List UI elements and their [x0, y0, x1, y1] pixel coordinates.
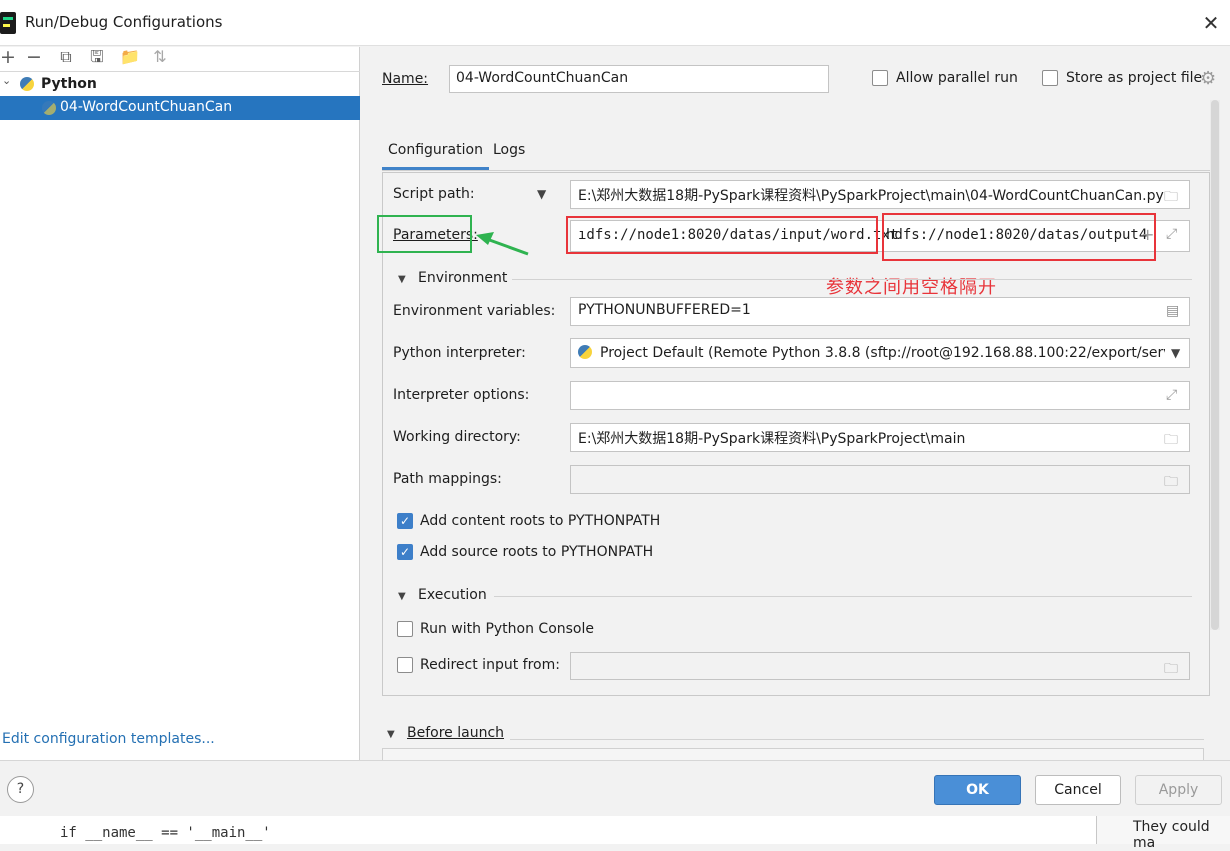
store-as-project-label[interactable]: Store as project file: [1066, 70, 1202, 86]
env-vars-label: Environment variables:: [393, 303, 556, 319]
copy-configuration-icon[interactable]: ⧉: [58, 48, 74, 66]
tooltip-text: They could ma: [1133, 819, 1210, 851]
edit-templates-link[interactable]: Edit configuration templates...: [2, 731, 215, 747]
source-roots-checkbox[interactable]: ✓: [397, 544, 413, 560]
chevron-down-icon[interactable]: ▼: [387, 729, 395, 740]
add-configuration-icon[interactable]: +: [0, 48, 16, 67]
before-launch-panel: [382, 748, 1204, 760]
execution-section-title[interactable]: Execution: [418, 587, 487, 603]
new-folder-icon[interactable]: 📁: [120, 48, 140, 66]
folder-icon[interactable]: 🗀: [1164, 429, 1178, 453]
annotation-text: 参数之间用空格隔开: [826, 277, 997, 298]
code-line: if __name__ == '__main__': [60, 825, 271, 841]
allow-parallel-label[interactable]: Allow parallel run: [896, 70, 1018, 86]
source-roots-label[interactable]: Add source roots to PYTHONPATH: [420, 544, 653, 560]
script-path-input[interactable]: E:\郑州大数据18期-PySpark课程资料\PySparkProject\m…: [570, 180, 1190, 209]
section-divider: [510, 739, 1204, 740]
interpreter-value[interactable]: Project Default (Remote Python 3.8.8 (sf…: [600, 345, 1165, 361]
save-configuration-icon[interactable]: 🖫: [89, 48, 105, 66]
remove-configuration-icon[interactable]: −: [26, 48, 42, 67]
working-dir-input[interactable]: E:\郑州大数据18期-PySpark课程资料\PySparkProject\m…: [570, 423, 1190, 452]
chevron-down-icon[interactable]: ⌄: [2, 74, 11, 87]
name-label-text: Name:: [382, 71, 429, 87]
before-launch-title[interactable]: Before launch: [407, 725, 504, 741]
store-as-project-checkbox[interactable]: [1042, 70, 1058, 86]
annotation-green-box: [377, 215, 472, 253]
folder-icon[interactable]: 🗀: [1164, 186, 1178, 210]
expand-icon[interactable]: ⤢: [1166, 387, 1177, 403]
tab-logs[interactable]: Logs: [493, 140, 525, 160]
python-config-icon: [42, 101, 56, 115]
run-with-console-label[interactable]: Run with Python Console: [420, 621, 594, 637]
help-button[interactable]: ?: [7, 776, 34, 803]
annotation-red-box-output: [882, 213, 1156, 261]
expand-icon[interactable]: ⤢: [1166, 226, 1177, 242]
env-vars-input[interactable]: PYTHONUNBUFFERED=1: [570, 297, 1190, 326]
tree-toolbar-divider: [0, 71, 360, 72]
folder-icon[interactable]: 🗀: [1164, 658, 1178, 682]
gear-icon[interactable]: ⚙: [1200, 68, 1216, 89]
python-remote-icon: [578, 345, 592, 359]
close-icon[interactable]: ✕: [1194, 6, 1228, 40]
redirect-input-field[interactable]: [570, 652, 1190, 680]
cancel-button[interactable]: Cancel: [1035, 775, 1121, 805]
redirect-input-label[interactable]: Redirect input from:: [420, 657, 560, 673]
tree-item-label[interactable]: 04-WordCountChuanCan: [60, 99, 232, 115]
path-mappings-label: Path mappings:: [393, 471, 502, 487]
annotation-red-box-input: [566, 216, 878, 254]
python-icon: [20, 77, 34, 91]
sort-icon[interactable]: ⇅: [152, 48, 168, 66]
content-roots-label[interactable]: Add content roots to PYTHONPATH: [420, 513, 660, 529]
chevron-down-icon[interactable]: ▼: [1171, 346, 1180, 360]
path-mappings-input[interactable]: [570, 465, 1190, 494]
interp-options-input[interactable]: [570, 381, 1190, 410]
working-dir-label: Working directory:: [393, 429, 521, 445]
allow-parallel-checkbox[interactable]: [872, 70, 888, 86]
scrollbar-thumb[interactable]: [1211, 100, 1219, 630]
apply-button[interactable]: Apply: [1135, 775, 1222, 805]
interp-options-label: Interpreter options:: [393, 387, 530, 403]
script-path-label: Script path:: [393, 186, 475, 202]
tab-configuration[interactable]: Configuration: [382, 140, 489, 170]
tab-divider: [382, 170, 1210, 171]
pycharm-app-icon: [0, 12, 16, 34]
redirect-input-checkbox[interactable]: [397, 657, 413, 673]
configurations-tree-panel: [0, 47, 360, 760]
edit-list-icon[interactable]: ▤: [1166, 303, 1179, 319]
annotation-arrow-icon: [476, 232, 529, 256]
name-input[interactable]: 04-WordCountChuanCan: [449, 65, 829, 93]
script-type-dropdown-icon[interactable]: ▼: [537, 187, 546, 201]
interpreter-label: Python interpreter:: [393, 345, 526, 361]
folder-icon[interactable]: 🗀: [1164, 471, 1178, 495]
tree-group-python[interactable]: Python: [41, 76, 97, 92]
window-title: Run/Debug Configurations: [25, 13, 223, 31]
chevron-down-icon[interactable]: ▼: [398, 591, 406, 602]
run-with-console-checkbox[interactable]: [397, 621, 413, 637]
environment-section-title[interactable]: Environment: [418, 270, 507, 286]
before-launch-text: Before launch: [407, 725, 505, 741]
section-divider: [512, 279, 1192, 280]
name-label: Name:: [382, 71, 428, 87]
ok-button[interactable]: OK: [934, 775, 1021, 805]
chevron-down-icon[interactable]: ▼: [398, 274, 406, 285]
section-divider: [494, 596, 1192, 597]
content-roots-checkbox[interactable]: ✓: [397, 513, 413, 529]
